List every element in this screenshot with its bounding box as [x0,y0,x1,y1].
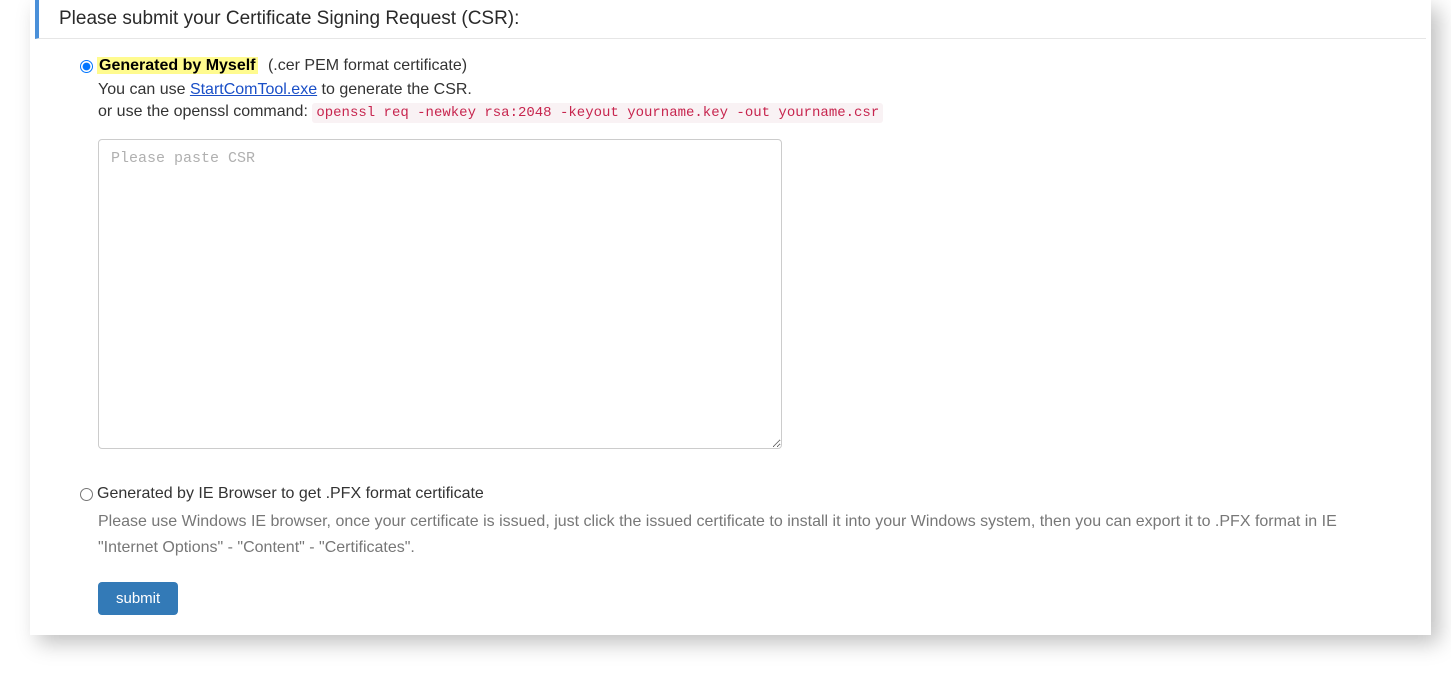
option2-label: Generated by IE Browser to get .PFX form… [97,485,484,503]
startcomtool-link[interactable]: StartComTool.exe [190,81,317,98]
option1-label: Generated by Myself [97,57,258,74]
option-generated-myself: Generated by Myself (.cer PEM format cer… [98,57,1391,77]
submit-button[interactable]: submit [98,582,178,615]
panel-content: Generated by Myself (.cer PEM format cer… [30,39,1431,615]
panel-title: Please submit your Certificate Signing R… [59,8,519,29]
csr-panel: Please submit your Certificate Signing R… [30,0,1431,635]
desc-prefix: You can use [98,81,190,98]
csr-textarea[interactable] [98,139,782,449]
radio-generated-ie[interactable] [80,488,93,501]
option1-label-wrap: Generated by Myself (.cer PEM format cer… [97,57,467,75]
option-generated-ie: Generated by IE Browser to get .PFX form… [98,485,1391,560]
option1-desc: You can use StartComTool.exe to generate… [98,81,1391,99]
radio-generated-myself[interactable] [80,60,93,73]
openssl-command: openssl req -newkey rsa:2048 -keyout you… [312,103,883,123]
panel-header: Please submit your Certificate Signing R… [35,0,1426,39]
desc-suffix: to generate the CSR. [317,81,472,98]
openssl-line: or use the openssl command: openssl req … [98,103,1391,121]
option1-suffix: (.cer PEM format certificate) [268,57,467,74]
csr-textarea-wrap [98,139,1391,453]
cmd-prefix: or use the openssl command: [98,103,312,120]
option2-desc: Please use Windows IE browser, once your… [98,509,1391,560]
